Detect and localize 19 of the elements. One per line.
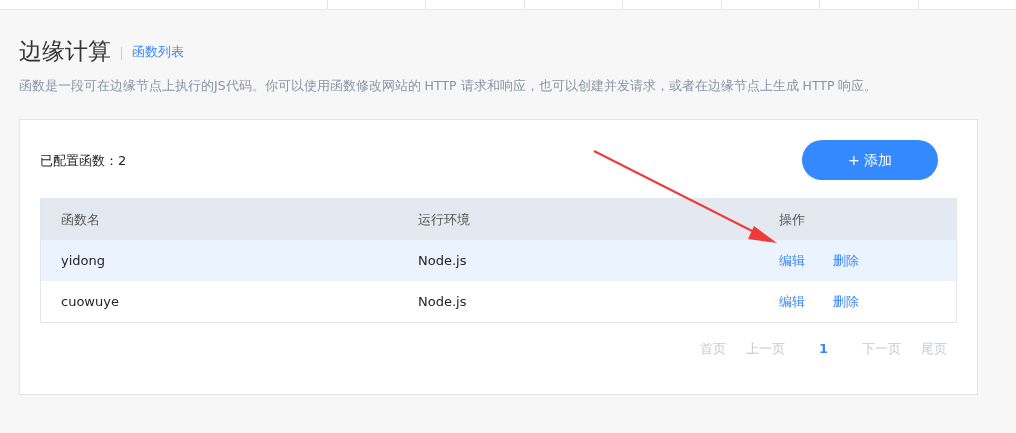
table-cell-text: yidong bbox=[61, 251, 106, 270]
column-header: 操作 bbox=[779, 211, 806, 229]
pagination-link[interactable]: 1 bbox=[794, 339, 852, 359]
table-row[interactable]: yidong Node.js 编辑 删除 bbox=[41, 240, 956, 282]
function-count: 已配置函数：2 bbox=[40, 151, 127, 170]
table-cell-text: Node.js bbox=[418, 251, 468, 270]
table-cell-text: Node.js bbox=[418, 293, 468, 311]
delete-link[interactable]: 删除 bbox=[833, 252, 859, 268]
column-header: 运行环境 bbox=[418, 211, 471, 229]
table-row[interactable]: cuowuye Node.js 编辑 删除 bbox=[41, 281, 956, 323]
page-title: 边缘计算 bbox=[19, 37, 111, 66]
edit-link[interactable]: 编辑 bbox=[779, 252, 805, 268]
add-button[interactable]: + 添加 bbox=[802, 140, 938, 181]
table-cell-text: cuowuye bbox=[61, 293, 120, 311]
delete-link[interactable]: 删除 bbox=[833, 294, 859, 309]
function-list-link[interactable]: 函数列表 bbox=[132, 41, 184, 61]
edit-link[interactable]: 编辑 bbox=[779, 294, 805, 309]
page-description: 函数是一段可在边缘节点上执行的JS代码。你可以使用函数修改网站的 HTTP 请求和响应，也可以创建并发请求，或者在边缘节点上生成 HTTP 响应。 bbox=[19, 76, 879, 95]
column-header: 函数名 bbox=[61, 211, 101, 229]
